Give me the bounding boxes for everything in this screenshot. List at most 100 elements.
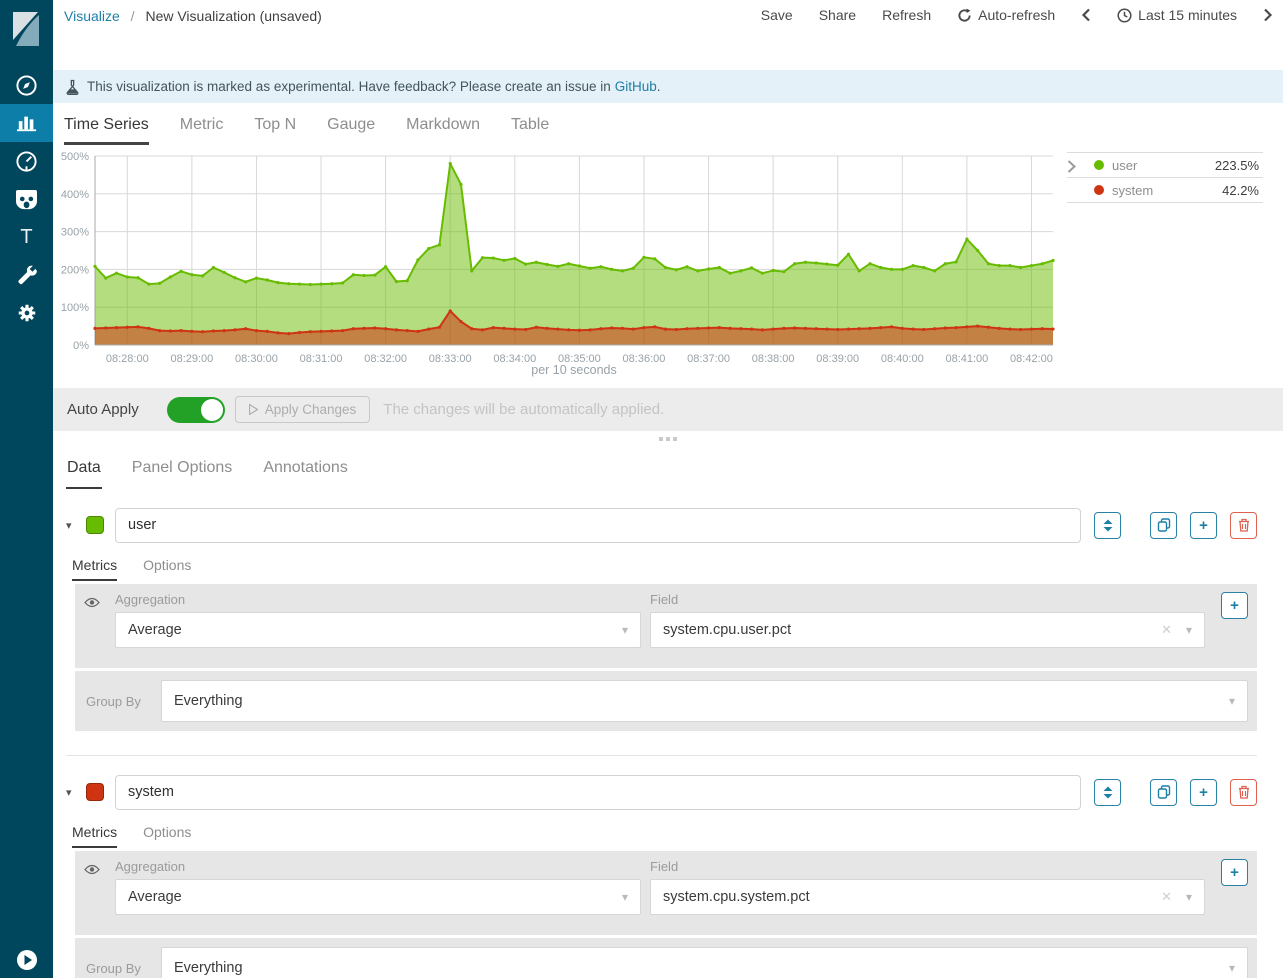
play-icon bbox=[249, 404, 258, 415]
svg-text:400%: 400% bbox=[61, 189, 89, 201]
sort-up-down-icon bbox=[1103, 786, 1113, 799]
time-forward-button[interactable] bbox=[1263, 8, 1273, 22]
series-color-swatch[interactable] bbox=[86, 516, 104, 534]
tab-top-n[interactable]: Top N bbox=[254, 103, 296, 145]
svg-text:08:31:00: 08:31:00 bbox=[300, 353, 343, 365]
eye-icon[interactable] bbox=[84, 862, 100, 880]
series-row: ▾ bbox=[66, 507, 1257, 543]
tab-markdown[interactable]: Markdown bbox=[406, 103, 480, 145]
tab-metrics[interactable]: Metrics bbox=[72, 824, 117, 848]
metrics-panel: Aggregation Average ▾ Field system.cpu.u… bbox=[75, 584, 1257, 668]
tab-options[interactable]: Options bbox=[143, 824, 191, 848]
nav-collapse-button[interactable] bbox=[0, 948, 53, 972]
series-collapse-caret[interactable]: ▾ bbox=[66, 519, 83, 532]
series-name-input[interactable] bbox=[115, 775, 1081, 810]
aggregation-select[interactable]: Average ▾ bbox=[115, 612, 641, 648]
series-clone-button[interactable] bbox=[1150, 512, 1177, 539]
panel-resize-handle[interactable] bbox=[53, 431, 1283, 447]
series-add-button[interactable]: + bbox=[1190, 779, 1217, 806]
nav-item-management[interactable] bbox=[0, 294, 53, 332]
clock-icon bbox=[1117, 8, 1132, 23]
add-metric-button[interactable]: + bbox=[1221, 859, 1248, 886]
refresh-icon bbox=[957, 8, 972, 23]
nav-item-timelion[interactable] bbox=[0, 180, 53, 218]
refresh-button[interactable]: Refresh bbox=[882, 7, 931, 23]
svg-text:08:42:00: 08:42:00 bbox=[1010, 353, 1053, 365]
nav-item-dashboard[interactable] bbox=[0, 142, 53, 180]
legend-value-user: 223.5% bbox=[1215, 158, 1263, 173]
kibana-logo[interactable] bbox=[0, 0, 53, 58]
svg-text:200%: 200% bbox=[61, 264, 89, 276]
series-name-input[interactable] bbox=[115, 508, 1081, 543]
field-label: Field bbox=[650, 592, 1205, 607]
time-back-button[interactable] bbox=[1081, 8, 1091, 22]
eye-icon[interactable] bbox=[84, 595, 100, 613]
clear-icon[interactable]: ✕ bbox=[1161, 622, 1172, 638]
svg-text:08:40:00: 08:40:00 bbox=[881, 353, 924, 365]
series-delete-button[interactable] bbox=[1230, 779, 1257, 806]
svg-text:0%: 0% bbox=[73, 340, 89, 352]
tab-options[interactable]: Options bbox=[143, 557, 191, 581]
svg-text:08:37:00: 08:37:00 bbox=[687, 353, 730, 365]
tab-metrics[interactable]: Metrics bbox=[72, 557, 117, 581]
github-link[interactable]: GitHub bbox=[615, 79, 657, 94]
wrench-icon bbox=[16, 264, 38, 286]
auto-apply-toggle[interactable] bbox=[167, 397, 225, 423]
series-sort-button[interactable] bbox=[1094, 779, 1121, 806]
tab-table[interactable]: Table bbox=[511, 103, 549, 145]
breadcrumb-visualize-link[interactable]: Visualize bbox=[64, 8, 120, 24]
series-add-button[interactable]: + bbox=[1190, 512, 1217, 539]
nav-item-discover[interactable] bbox=[0, 66, 53, 104]
chevron-right-icon bbox=[1067, 160, 1076, 173]
tab-metric[interactable]: Metric bbox=[180, 103, 224, 145]
series-delete-button[interactable] bbox=[1230, 512, 1257, 539]
svg-text:08:30:00: 08:30:00 bbox=[235, 353, 278, 365]
series-divider bbox=[66, 755, 1257, 756]
legend-collapse-button[interactable] bbox=[1067, 160, 1076, 176]
header-actions: Save Share Refresh Auto-refresh bbox=[735, 7, 1273, 23]
group-by-select[interactable]: Everything ▾ bbox=[161, 947, 1248, 978]
clear-icon[interactable]: ✕ bbox=[1161, 889, 1172, 905]
series-clone-button[interactable] bbox=[1150, 779, 1177, 806]
tab-time-series[interactable]: Time Series bbox=[64, 103, 149, 145]
gear-icon bbox=[16, 302, 38, 324]
series-row-buttons: + bbox=[1094, 512, 1257, 539]
apply-changes-button[interactable]: Apply Changes bbox=[235, 396, 371, 423]
group-by-select[interactable]: Everything ▾ bbox=[161, 680, 1248, 722]
series-collapse-caret[interactable]: ▾ bbox=[66, 786, 83, 799]
series-sort-button[interactable] bbox=[1094, 512, 1121, 539]
field-select[interactable]: system.cpu.system.pct ✕ ▾ bbox=[650, 879, 1205, 915]
legend-item-system[interactable]: system 42.2% bbox=[1067, 177, 1263, 202]
tab-panel-options[interactable]: Panel Options bbox=[131, 453, 234, 489]
share-button[interactable]: Share bbox=[819, 7, 856, 23]
tab-annotations[interactable]: Annotations bbox=[262, 453, 349, 489]
auto-refresh-button[interactable]: Auto-refresh bbox=[957, 7, 1055, 23]
chevron-down-icon: ▾ bbox=[1229, 694, 1235, 708]
tab-gauge[interactable]: Gauge bbox=[327, 103, 375, 145]
time-range-picker[interactable]: Last 15 minutes bbox=[1117, 7, 1237, 23]
group-by-label: Group By bbox=[86, 961, 148, 976]
group-by-panel: Group By Everything ▾ bbox=[75, 671, 1257, 731]
series-tabs: Metrics Options bbox=[72, 557, 1257, 581]
clone-icon bbox=[1157, 785, 1171, 799]
breadcrumb-separator: / bbox=[131, 8, 135, 24]
series-block-user: ▾ bbox=[66, 507, 1257, 731]
series-color-swatch[interactable] bbox=[86, 783, 104, 801]
chevron-left-icon bbox=[1081, 8, 1091, 22]
series-tabs: Metrics Options bbox=[72, 824, 1257, 848]
aggregation-select[interactable]: Average ▾ bbox=[115, 879, 641, 915]
save-button[interactable]: Save bbox=[761, 7, 793, 23]
tab-data[interactable]: Data bbox=[66, 453, 102, 489]
legend-item-user[interactable]: user 223.5% bbox=[1067, 152, 1263, 177]
svg-text:08:38:00: 08:38:00 bbox=[752, 353, 795, 365]
add-metric-button[interactable]: + bbox=[1221, 592, 1248, 619]
chevron-down-icon: ▾ bbox=[1229, 961, 1235, 975]
nav-item-dev-tools[interactable] bbox=[0, 256, 53, 294]
group-by-panel: Group By Everything ▾ bbox=[75, 938, 1257, 978]
field-select[interactable]: system.cpu.user.pct ✕ ▾ bbox=[650, 612, 1205, 648]
nav-item-letter-t[interactable]: T bbox=[0, 218, 53, 256]
nav-item-visualize[interactable] bbox=[0, 104, 53, 142]
svg-text:08:29:00: 08:29:00 bbox=[170, 353, 213, 365]
timeseries-chart[interactable]: 0%100%200%300%400%500%08:28:0008:29:0008… bbox=[59, 149, 1064, 381]
chevron-right-icon bbox=[1263, 8, 1273, 22]
